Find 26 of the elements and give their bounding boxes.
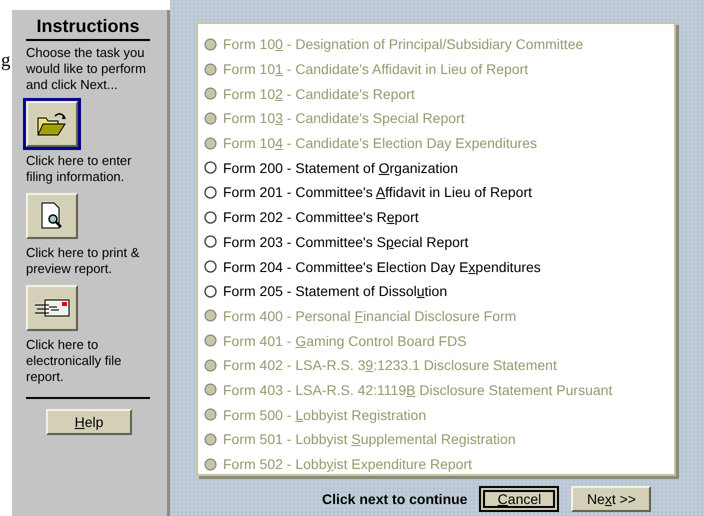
radio-button[interactable] [204, 260, 217, 274]
form-option-label[interactable]: Form 200 - Statement of Organization [223, 160, 458, 176]
tool-caption: Click here to print & preview report. [26, 245, 140, 277]
panel-title: Instructions [26, 16, 150, 41]
form-option-label[interactable]: Form 205 - Statement of Dissolution [223, 283, 448, 300]
help-button[interactable]: Help [46, 409, 132, 435]
radio-button[interactable] [204, 161, 217, 174]
radio-button[interactable] [204, 284, 217, 298]
cancel-button[interactable]: Cancel [479, 486, 560, 512]
tool-caption: Click here to electronically file report. [26, 337, 122, 385]
background-text: g [1, 50, 10, 71]
continue-hint: Click next to continue [322, 491, 468, 507]
form-option-label[interactable]: Form 201 - Committee's Affidavit in Lieu of Report [223, 184, 532, 200]
form-option-label[interactable]: Form 202 - Committee's Report [223, 209, 419, 226]
tool-caption: Click here to enter filing information. [26, 153, 132, 185]
folder-icon [35, 110, 69, 138]
tool-button[interactable] [26, 285, 78, 331]
tool-button[interactable] [26, 101, 78, 147]
tool-button[interactable] [26, 193, 78, 239]
form-option-label[interactable]: Form 204 - Committee's Election Day Expenditures [223, 258, 541, 275]
form-option-label[interactable]: Form 203 - Committee's Special Report [223, 234, 468, 250]
instructions-text: Choose the task you would like to perform and click Next... [26, 45, 147, 93]
radio-button[interactable] [204, 235, 217, 248]
radio-button[interactable] [204, 186, 217, 199]
radio-button[interactable] [204, 210, 217, 224]
next-button[interactable]: Next >> [571, 486, 652, 512]
